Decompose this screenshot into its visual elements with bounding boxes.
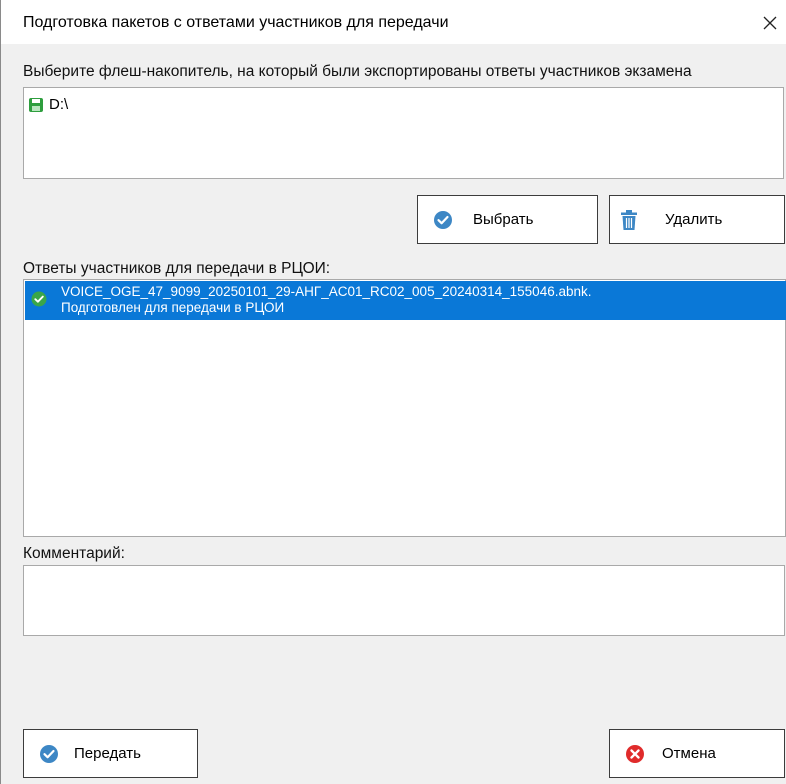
drive-item-d[interactable]: D:\ bbox=[28, 96, 68, 113]
select-button-label: Выбрать bbox=[473, 211, 534, 228]
answer-filename: VOICE_OGE_47_9099_20250101_29-АНГ_AC01_R… bbox=[61, 284, 592, 299]
checkmark-circle-icon bbox=[38, 743, 60, 765]
checkmark-circle-icon bbox=[432, 209, 454, 231]
close-icon bbox=[763, 16, 777, 30]
answers-list[interactable]: VOICE_OGE_47_9099_20250101_29-АНГ_AC01_R… bbox=[23, 279, 786, 537]
dialog-window: Подготовка пакетов с ответами участников… bbox=[0, 0, 786, 784]
select-button[interactable]: Выбрать bbox=[417, 195, 598, 244]
drive-list[interactable]: D:\ bbox=[23, 87, 784, 179]
green-floppy-disk-icon bbox=[28, 97, 44, 113]
answer-status: Подготовлен для передачи в РЦОИ bbox=[61, 300, 285, 315]
send-button-label: Передать bbox=[74, 745, 141, 762]
green-checkmark-icon bbox=[31, 291, 47, 310]
trash-icon bbox=[618, 209, 640, 231]
cancel-button-label: Отмена bbox=[662, 745, 716, 762]
window-title: Подготовка пакетов с ответами участников… bbox=[23, 14, 449, 31]
close-button[interactable] bbox=[753, 8, 786, 38]
drive-label: D:\ bbox=[49, 96, 69, 113]
drive-section-label: Выберите флеш-накопитель, на который был… bbox=[23, 63, 692, 80]
title-bar: Подготовка пакетов с ответами участников… bbox=[1, 0, 786, 44]
cancel-button[interactable]: Отмена bbox=[609, 729, 785, 778]
delete-button[interactable]: Удалить bbox=[609, 195, 785, 244]
send-button[interactable]: Передать bbox=[23, 729, 198, 778]
answers-section-label: Ответы участников для передачи в РЦОИ: bbox=[23, 260, 331, 277]
answers-list-item[interactable]: VOICE_OGE_47_9099_20250101_29-АНГ_AC01_R… bbox=[25, 281, 786, 320]
comment-field[interactable] bbox=[23, 565, 785, 636]
cancel-x-icon bbox=[624, 743, 646, 765]
comment-label: Комментарий: bbox=[23, 545, 125, 562]
delete-button-label: Удалить bbox=[665, 211, 723, 228]
